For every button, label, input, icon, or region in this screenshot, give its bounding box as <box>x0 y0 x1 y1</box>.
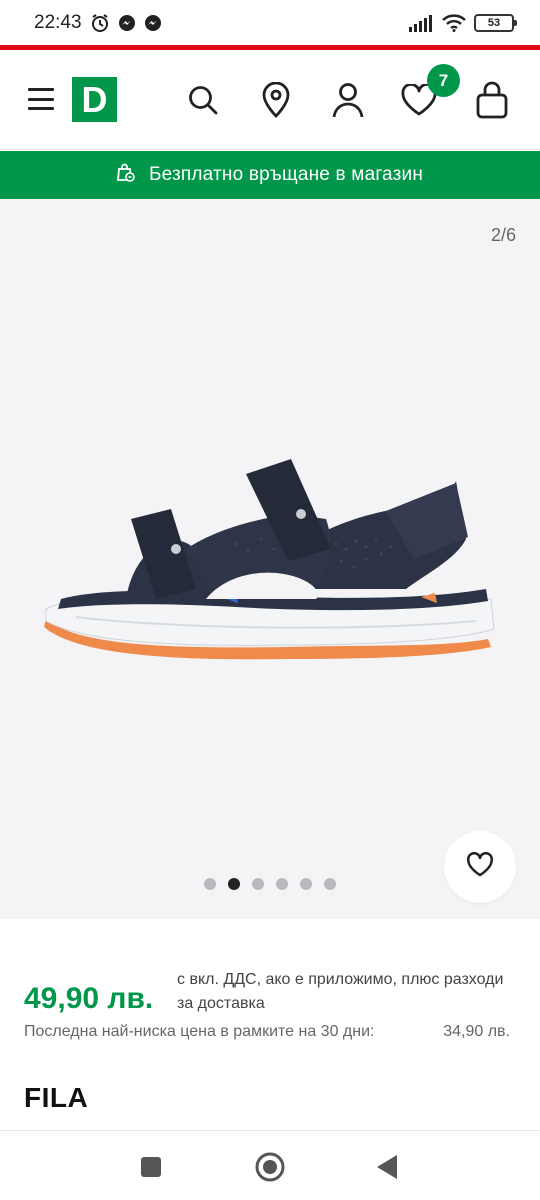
product-price: 49,90 лв. <box>24 982 154 1015</box>
image-counter: 2/6 <box>490 225 516 245</box>
messenger-icon <box>144 14 162 32</box>
add-to-wishlist-button[interactable] <box>444 831 516 903</box>
back-triangle-icon[interactable] <box>369 1149 405 1185</box>
wifi-icon <box>442 14 466 32</box>
search-icon[interactable] <box>185 80 221 120</box>
home-circle-icon[interactable] <box>252 1149 288 1185</box>
messenger-icon <box>118 14 136 32</box>
gallery-dot[interactable] <box>276 878 288 890</box>
heart-icon <box>466 851 494 883</box>
gallery-dot[interactable] <box>324 878 336 890</box>
status-bar: 22:43 53 <box>0 0 540 46</box>
site-logo[interactable]: D <box>72 77 117 122</box>
promo-banner[interactable]: Безплатно връщане в магазин <box>0 151 540 199</box>
gallery-dot[interactable] <box>252 878 264 890</box>
promo-text: Безплатно връщане в магазин <box>148 164 424 185</box>
gallery-dot[interactable] <box>228 878 240 890</box>
shopping-bag-icon[interactable] <box>474 80 510 120</box>
menu-icon[interactable] <box>28 88 54 110</box>
lowest-price-label: Последна най-ниска цена в рамките на 30 … <box>24 1023 375 1040</box>
wishlist-count-badge: 7 <box>427 64 460 97</box>
gallery-dot[interactable] <box>204 878 216 890</box>
alarm-icon <box>90 13 110 33</box>
gallery-dot[interactable] <box>300 878 312 890</box>
system-navigation-bar <box>0 1130 540 1200</box>
product-image-gallery[interactable]: 2/6 <box>0 199 540 919</box>
status-left: 22:43 <box>34 12 162 34</box>
lowest-price-value: 34,90 лв. <box>443 1023 510 1040</box>
shopping-bag-return-icon <box>116 162 135 188</box>
location-pin-icon[interactable] <box>258 80 294 120</box>
status-right: 53 <box>408 14 517 32</box>
status-time: 22:43 <box>34 12 82 33</box>
product-brand[interactable]: FILA <box>24 1082 88 1114</box>
recents-square-icon[interactable] <box>133 1149 169 1185</box>
site-header: D <box>0 50 540 150</box>
battery-indicator: 53 <box>474 14 517 32</box>
signal-icon <box>408 14 434 32</box>
user-icon[interactable] <box>330 80 366 120</box>
vat-note: с вкл. ДДС, ако е приложимо, плюс разход… <box>177 971 504 1012</box>
product-image-sandal <box>44 459 495 660</box>
